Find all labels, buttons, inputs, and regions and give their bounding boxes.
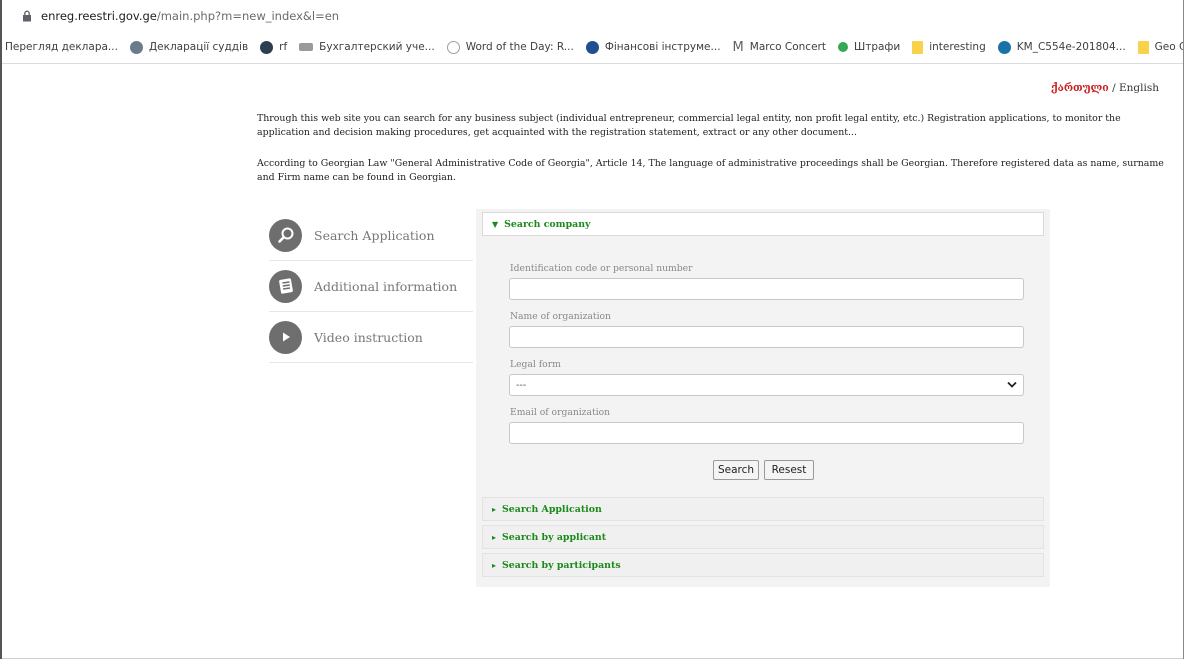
bookmark-item[interactable]: Штрафи <box>837 41 901 53</box>
accordion-search-by-applicant[interactable]: ▸ Search by applicant <box>482 525 1044 549</box>
bookmark-item[interactable]: rf <box>260 40 288 54</box>
bookmarks-bar: Перегляд деклара... Декларації суддів rf… <box>2 31 1183 64</box>
side-item-video-instruction[interactable]: Video instruction <box>269 312 473 363</box>
bookmark-item[interactable]: Фінансові інструме... <box>585 40 721 54</box>
bookmark-label: Фінансові інструме... <box>604 41 721 53</box>
lang-georgian-link[interactable]: ქართული <box>1051 82 1109 94</box>
bookmark-label: Штрафи <box>853 41 901 53</box>
folder-icon <box>912 40 924 54</box>
bookmark-item[interactable]: Geo Countries <box>1137 40 1183 54</box>
accordion-search-by-participants[interactable]: ▸ Search by participants <box>482 553 1044 577</box>
reset-button[interactable]: Resest <box>764 460 814 480</box>
triangle-right-icon: ▸ <box>492 560 497 570</box>
bookmark-item[interactable]: M Marco Concert <box>733 40 826 55</box>
bookmark-label: Geo Countries <box>1154 41 1183 53</box>
org-email-label: Email of organization <box>510 407 611 418</box>
triangle-right-icon: ▸ <box>492 532 497 542</box>
bookmark-label: Перегляд деклара... <box>5 41 118 53</box>
triangle-right-icon: ▸ <box>492 504 497 514</box>
accordion-title: Search by participants <box>502 559 621 571</box>
circle-icon <box>260 40 274 54</box>
search-button[interactable]: Search <box>713 460 759 480</box>
accordion-search-application[interactable]: ▸ Search Application <box>482 497 1044 521</box>
bookmark-label: Декларації суддів <box>148 41 249 53</box>
circle-icon <box>585 40 599 54</box>
page-content: ქართული / English Through this web site … <box>2 64 1183 659</box>
document-icon <box>269 269 302 303</box>
folder-icon <box>1137 40 1149 54</box>
org-email-input[interactable] <box>509 422 1024 444</box>
org-name-input[interactable] <box>509 326 1024 348</box>
side-item-label: Video instruction <box>314 329 423 345</box>
accordion-title: Search Application <box>502 503 602 515</box>
bookmark-label: Marco Concert <box>749 41 826 53</box>
bookmark-item[interactable]: Декларації суддів <box>129 40 249 54</box>
legal-form-selected: --- <box>516 379 527 391</box>
accordion-search-company[interactable]: ▼ Search company <box>482 212 1044 236</box>
triangle-down-icon: ▼ <box>492 219 499 229</box>
legal-form-label: Legal form <box>510 359 561 370</box>
bookmark-label: interesting <box>929 41 986 53</box>
language-switch: ქართული / English <box>1051 82 1159 94</box>
url-host: enreg.reestri.gov.ge <box>41 8 157 23</box>
address-bar[interactable]: enreg.reestri.gov.ge/main.php?m=new_inde… <box>2 0 1183 32</box>
m-icon: M <box>732 39 744 55</box>
side-item-additional-information[interactable]: Additional information <box>269 261 473 312</box>
chevron-down-icon <box>1007 380 1017 391</box>
magnifier-icon <box>269 218 302 252</box>
circle-icon <box>997 40 1011 54</box>
url-path: /main.php?m=new_index&l=en <box>156 8 340 23</box>
side-menu: Search Application Additional informatio… <box>269 210 473 363</box>
bookmark-item[interactable]: KM_C554e-201804... <box>997 40 1126 54</box>
bookmark-item[interactable]: interesting <box>912 40 986 54</box>
id-code-input[interactable] <box>509 278 1024 300</box>
intro-paragraph: Through this web site you can search for… <box>257 113 1121 138</box>
bookmark-label: rf <box>279 41 288 53</box>
side-item-search-application[interactable]: Search Application <box>269 210 473 261</box>
bookmark-label: KM_C554e-201804... <box>1016 41 1126 53</box>
lang-separator: / <box>1108 82 1119 94</box>
circle-icon <box>446 40 460 54</box>
bookmark-item[interactable]: Word of the Day: R... <box>446 40 574 54</box>
lock-icon <box>22 10 32 22</box>
bookmark-item[interactable]: Бухгалтерский уче... <box>299 41 435 53</box>
language-notice: According to Georgian Law "General Admin… <box>257 158 1164 183</box>
bookmark-item[interactable]: Перегляд деклара... <box>5 41 118 53</box>
play-icon <box>269 320 302 354</box>
search-panel: ▼ Search company Identification code or … <box>476 209 1050 587</box>
id-code-label: Identification code or personal number <box>510 263 693 274</box>
org-name-label: Name of organization <box>510 311 611 322</box>
side-item-label: Additional information <box>314 278 458 294</box>
bookmark-icon <box>299 43 314 51</box>
bookmark-label: Word of the Day: R... <box>465 41 574 53</box>
accordion-title: Search company <box>504 218 591 230</box>
side-item-label: Search Application <box>314 227 435 243</box>
accordion-title: Search by applicant <box>502 531 607 543</box>
bookmark-label: Бухгалтерский уче... <box>319 41 435 53</box>
legal-form-select[interactable]: --- <box>509 374 1024 396</box>
circle-icon <box>837 42 848 52</box>
circle-icon <box>129 40 143 54</box>
lang-english-link[interactable]: English <box>1119 82 1159 94</box>
